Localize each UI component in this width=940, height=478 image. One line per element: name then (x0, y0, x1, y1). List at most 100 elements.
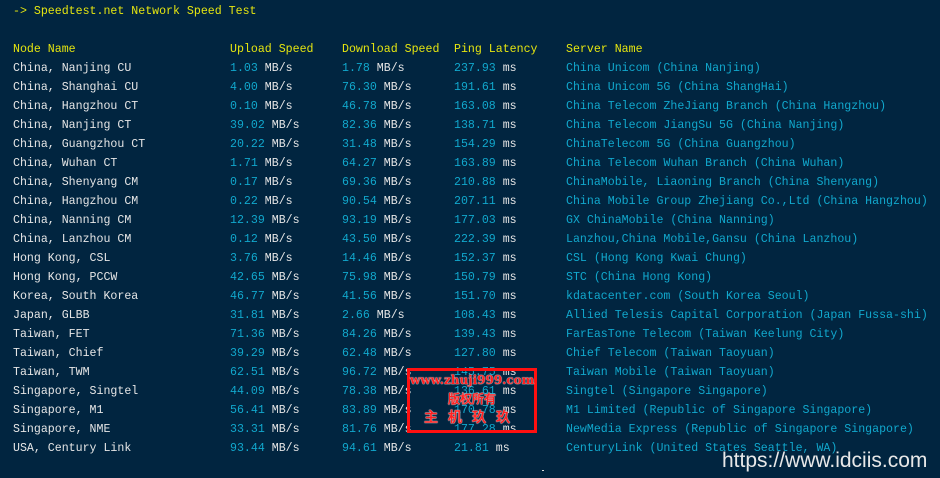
node-name: China, Lanzhou CM (13, 233, 132, 246)
download-speed: 69.36 MB/s (342, 173, 412, 192)
unit: MB/s (257, 195, 293, 208)
ping-latency: 151.70 ms (454, 287, 517, 306)
upload-value: 0.22 (230, 195, 258, 208)
upload-speed: 1.71 MB/s (230, 154, 293, 173)
unit: MB/s (264, 423, 300, 436)
unit: ms (495, 138, 517, 151)
upload-value: 62.51 (230, 366, 265, 379)
unit: MB/s (264, 347, 300, 360)
download-speed: 94.61 MB/s (342, 439, 412, 458)
node-name: Singapore, Singtel (13, 385, 139, 398)
download-value: 2.66 (342, 309, 370, 322)
header-upload: Upload Speed (230, 43, 314, 56)
node-name: China, Hangzhou CT (13, 100, 139, 113)
server-name: GX ChinaMobile (China Nanning) (566, 214, 775, 227)
ping-latency: 139.43 ms (454, 325, 517, 344)
server-name: China Telecom ZheJiang Branch (China Han… (566, 100, 887, 113)
upload-speed: 31.81 MB/s (230, 306, 300, 325)
unit: ms (488, 442, 510, 455)
upload-speed: 0.17 MB/s (230, 173, 293, 192)
ping-latency: 210.88 ms (454, 173, 517, 192)
upload-speed: 20.22 MB/s (230, 135, 300, 154)
download-value: 83.89 (342, 404, 377, 417)
ping-latency: 237.93 ms (454, 59, 517, 78)
ping-value: 150.79 (454, 271, 496, 284)
unit: MB/s (369, 309, 405, 322)
download-speed: 64.27 MB/s (342, 154, 412, 173)
download-value: 82.36 (342, 119, 377, 132)
download-speed: 76.30 MB/s (342, 78, 412, 97)
unit: ms (495, 271, 517, 284)
download-value: 81.76 (342, 423, 377, 436)
watermark-line: www.zhuji999.com (410, 373, 535, 387)
server-name: Lanzhou,China Mobile,Gansu (China Lanzho… (566, 233, 859, 246)
download-value: 75.98 (342, 271, 377, 284)
node-name: Taiwan, TWM (13, 366, 90, 379)
upload-speed: 39.29 MB/s (230, 344, 300, 363)
ping-value: 222.39 (454, 233, 496, 246)
ping-latency: 222.39 ms (454, 230, 517, 249)
unit: ms (495, 233, 517, 246)
ping-value: 152.37 (454, 252, 496, 265)
unit: MB/s (376, 100, 412, 113)
table-row: Taiwan, Chief 39.29 MB/s 62.48 MB/s 127.80 … (0, 344, 940, 363)
upload-value: 93.44 (230, 442, 265, 455)
node-name: Taiwan, Chief (13, 347, 104, 360)
unit: MB/s (376, 214, 412, 227)
ping-value: 177.03 (454, 214, 496, 227)
unit: ms (495, 195, 517, 208)
unit: MB/s (257, 81, 293, 94)
unit: MB/s (264, 442, 300, 455)
download-speed: 93.19 MB/s (342, 211, 412, 230)
table-row: China, Nanjing CT 39.02 MB/s 82.36 MB/s 138… (0, 116, 940, 135)
table-row: China, Hangzhou CT 0.10 MB/s 46.78 MB/s 163… (0, 97, 940, 116)
upload-speed: 93.44 MB/s (230, 439, 300, 458)
download-value: 41.56 (342, 290, 377, 303)
upload-value: 12.39 (230, 214, 265, 227)
upload-value: 0.10 (230, 100, 258, 113)
download-speed: 14.46 MB/s (342, 249, 412, 268)
upload-speed: 0.10 MB/s (230, 97, 293, 116)
node-name: China, Wuhan CT (13, 157, 118, 170)
server-name: Singtel (Singapore Singapore) (566, 385, 768, 398)
unit: MB/s (376, 157, 412, 170)
download-speed: 31.48 MB/s (342, 135, 412, 154)
download-speed: 81.76 MB/s (342, 420, 412, 439)
header-download: Download Speed (342, 43, 440, 56)
upload-value: 31.81 (230, 309, 265, 322)
download-value: 62.48 (342, 347, 377, 360)
unit: MB/s (257, 100, 293, 113)
unit: MB/s (376, 252, 412, 265)
server-name: China Telecom Wuhan Branch (China Wuhan) (566, 157, 845, 170)
unit: ms (495, 119, 517, 132)
upload-value: 20.22 (230, 138, 265, 151)
upload-value: 33.31 (230, 423, 265, 436)
server-name: M1 Limited (Republic of Singapore Singap… (566, 404, 873, 417)
node-name: China, Nanning CM (13, 214, 132, 227)
ping-value: 151.70 (454, 290, 496, 303)
ping-latency: 127.80 ms (454, 344, 517, 363)
ping-latency: 138.71 ms (454, 116, 517, 135)
cursor-dot (542, 470, 544, 471)
download-speed: 62.48 MB/s (342, 344, 412, 363)
node-name: Singapore, NME (13, 423, 111, 436)
server-name: ChinaTelecom 5G (China Guangzhou) (566, 138, 796, 151)
server-name: STC (China Hong Kong) (566, 271, 713, 284)
node-name: China, Nanjing CU (13, 62, 132, 75)
server-name: ChinaMobile, Liaoning Branch (China Shen… (566, 176, 880, 189)
download-speed: 83.89 MB/s (342, 401, 412, 420)
download-value: 90.54 (342, 195, 377, 208)
unit: MB/s (376, 442, 412, 455)
ping-value: 21.81 (454, 442, 489, 455)
unit: MB/s (264, 290, 300, 303)
unit: ms (495, 62, 517, 75)
unit: ms (495, 290, 517, 303)
unit: MB/s (257, 252, 293, 265)
download-speed: 84.26 MB/s (342, 325, 412, 344)
download-speed: 96.72 MB/s (342, 363, 412, 382)
unit: MB/s (264, 404, 300, 417)
upload-value: 1.03 (230, 62, 258, 75)
unit: MB/s (264, 309, 300, 322)
table-row: China, Guangzhou CT 20.22 MB/s 31.48 MB/s 1… (0, 135, 940, 154)
unit: ms (495, 176, 517, 189)
